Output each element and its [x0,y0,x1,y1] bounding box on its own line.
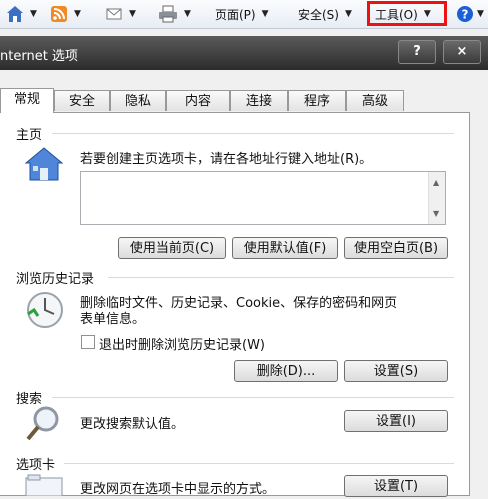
page-menu-label: 页面(P) [215,7,256,22]
page-menu[interactable]: 页面(P) ▼ [215,4,269,24]
history-heading: 浏览历史记录 [16,272,95,287]
dialog-title-bar[interactable]: nternet 选项 ? × [0,36,488,70]
divider [108,277,454,278]
print-button[interactable]: ▼ [158,4,191,24]
homepage-description: 若要创建主页选项卡，请在各地址行键入地址(R)。 [80,152,373,167]
delete-on-exit-label[interactable]: 退出时删除浏览历史记录(W) [99,334,265,353]
safety-menu[interactable]: 安全(S) ▼ [298,4,352,24]
search-description: 更改搜索默认值。 [80,417,185,432]
mail-button[interactable]: ▼ [105,4,136,24]
tab-general[interactable]: 常规 [0,88,54,113]
chevron-down-icon: ▼ [30,9,37,19]
home-button[interactable]: ▼ [6,4,37,24]
rss-icon [51,6,67,22]
feeds-button[interactable]: ▼ [50,4,81,24]
house-icon [24,146,64,185]
tabs-window-icon [24,474,64,499]
svg-text:?: ? [462,8,469,22]
safety-menu-label: 安全(S) [298,7,339,22]
delete-history-button[interactable]: 删除(D)... [234,360,338,382]
tabs-settings-button[interactable]: 设置(T) [344,475,448,497]
tab-security[interactable]: 安全 [54,90,110,111]
divider [52,397,454,398]
mail-icon [106,8,122,20]
use-default-button[interactable]: 使用默认值(F) [232,237,338,259]
close-button[interactable]: × [443,40,481,64]
scrollbar[interactable]: ▲ ▼ [428,172,445,224]
divider [52,133,454,134]
use-blank-button[interactable]: 使用空白页(B) [344,237,448,259]
tab-strip: 常规 安全 隐私 内容 连接 程序 高级 [0,88,488,113]
homepage-heading: 主页 [16,128,43,143]
chevron-down-icon: ▼ [477,9,484,19]
home-icon [7,6,23,22]
tabs-description: 更改网页在选项卡中显示的方式。 [80,482,276,497]
delete-on-exit-checkbox[interactable] [81,335,95,349]
chevron-down-icon: ▼ [74,9,81,19]
tab-advanced[interactable]: 高级 [346,90,404,111]
help-button[interactable]: ? ▼ [456,4,484,24]
history-description-line2: 表单信息。 [80,312,146,327]
tools-highlight-box [367,1,447,26]
tab-connections[interactable]: 连接 [230,90,288,111]
scroll-down-icon[interactable]: ▼ [433,209,439,218]
scroll-up-icon[interactable]: ▲ [433,178,439,187]
use-current-button[interactable]: 使用当前页(C) [118,237,226,259]
search-settings-button[interactable]: 设置(I) [344,410,448,432]
dialog-title: nternet 选项 [0,49,78,64]
help-icon: ? [457,6,473,22]
printer-icon [159,5,177,23]
magnifier-icon [24,404,64,447]
command-bar: ▼ ▼ ▼ ▼ 页面(P) ▼ 安全(S) ▼ 工具(O) ▼ ? ▼ [0,0,488,29]
chevron-down-icon: ▼ [184,9,191,19]
history-settings-button[interactable]: 设置(S) [344,360,448,382]
chevron-down-icon: ▼ [129,9,136,19]
history-clock-icon [24,290,66,333]
tabs-heading: 选项卡 [16,458,56,473]
help-title-button[interactable]: ? [398,40,436,64]
tab-programs[interactable]: 程序 [288,90,346,111]
homepage-address-textarea[interactable]: ▲ ▼ [80,171,446,225]
tab-content[interactable]: 内容 [166,90,230,111]
tab-privacy[interactable]: 隐私 [110,90,166,111]
chevron-down-icon: ▼ [261,9,269,19]
divider [64,463,454,464]
chevron-down-icon: ▼ [344,9,352,19]
